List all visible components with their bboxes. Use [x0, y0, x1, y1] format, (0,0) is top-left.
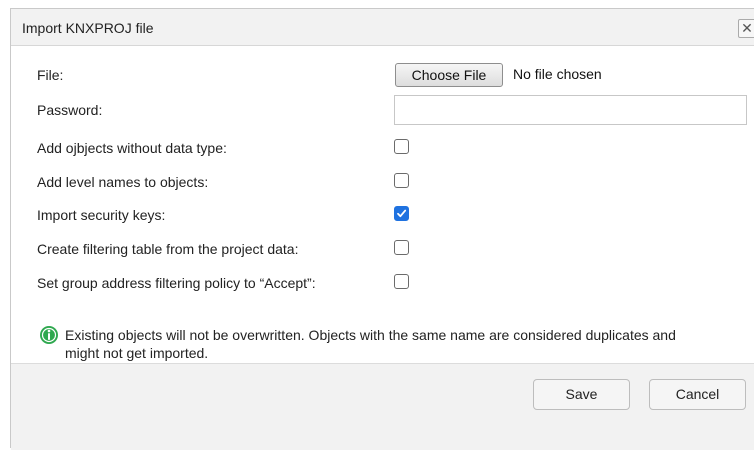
create-filtering-table-checkbox[interactable]	[394, 240, 409, 255]
checkmark-icon	[397, 209, 407, 218]
file-label: File:	[37, 67, 64, 83]
add-level-names-checkbox[interactable]	[394, 173, 409, 188]
import-knxproj-dialog: Import KNXPROJ file ✕ File: Choose File …	[10, 8, 754, 450]
dialog-footer: Save Cancel	[11, 363, 754, 450]
notice-text: Existing objects will not be overwritten…	[65, 327, 676, 361]
close-icon[interactable]: ✕	[738, 19, 754, 38]
option-label-add-level-names: Add level names to objects:	[37, 174, 209, 190]
add-objects-without-data-type-checkbox[interactable]	[394, 139, 409, 154]
option-label-filtering-policy-accept: Set group address filtering policy to “A…	[37, 275, 316, 291]
dialog-title: Import KNXPROJ file	[22, 20, 154, 36]
cancel-button[interactable]: Cancel	[649, 379, 746, 410]
password-label: Password:	[37, 102, 103, 118]
option-label-add-objects-without-data-type: Add ojbjects without data type:	[37, 140, 227, 156]
option-label-import-security-keys: Import security keys:	[37, 207, 166, 223]
option-label-create-filtering-table: Create filtering table from the project …	[37, 241, 299, 257]
save-button[interactable]: Save	[533, 379, 630, 410]
choose-file-button[interactable]: Choose File	[395, 63, 503, 87]
info-icon	[40, 326, 58, 344]
dialog-titlebar: Import KNXPROJ file ✕	[11, 9, 754, 46]
filtering-policy-accept-checkbox[interactable]	[394, 274, 409, 289]
password-input[interactable]	[394, 95, 747, 125]
file-status-text: No file chosen	[513, 66, 602, 82]
import-security-keys-checkbox[interactable]	[394, 206, 409, 221]
